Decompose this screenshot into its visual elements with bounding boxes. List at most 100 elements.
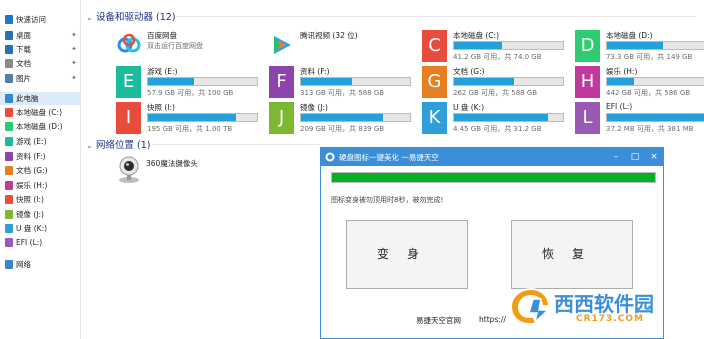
sidebar-item-label: 下载 <box>16 45 31 54</box>
chevron-down-icon[interactable]: ⌄ <box>86 13 96 22</box>
pictures-icon <box>5 74 13 83</box>
sidebar-item[interactable]: 游戏 (E:) <box>0 135 80 148</box>
watermark: 西西软件园 CR173.COM <box>508 284 698 332</box>
drive-letter-icon: E <box>116 66 141 98</box>
sidebar-item[interactable]: 此电脑 <box>0 92 80 105</box>
sidebar-item-label: 此电脑 <box>16 94 39 103</box>
item-name: 快照 (I:) <box>147 103 175 112</box>
quick-access-star-icon <box>5 15 13 24</box>
app-item[interactable]: 腾讯视频 (32 位) <box>269 30 419 66</box>
usage-fill <box>148 78 194 85</box>
usage-fill <box>607 78 635 85</box>
item-name: EFI (L:) <box>606 102 633 111</box>
sidebar-item-label: 本地磁盘 (D:) <box>16 122 63 131</box>
network-section-title[interactable]: ⌄ 网络位置 (1) <box>86 137 150 151</box>
watermark-text: 西西软件园 <box>554 292 654 316</box>
progress-fill <box>332 173 655 182</box>
drive-i-icon <box>5 195 13 204</box>
sidebar-item-label: U 盘 (K:) <box>16 224 48 233</box>
drive-item[interactable]: F 资料 (F:) 313 GB 可用，共 588 GB <box>269 66 419 102</box>
drive-h-icon <box>5 181 13 190</box>
drive-l-icon <box>5 238 13 247</box>
drive-letter-icon: H <box>575 66 600 98</box>
capacity-text: 73.3 GB 可用，共 149 GB <box>606 53 693 61</box>
drive-item[interactable]: D 本地磁盘 (D:) 73.3 GB 可用，共 149 GB <box>575 30 704 66</box>
usage-fill <box>607 42 663 49</box>
network-item-webcam[interactable]: 360魔法摄像头 <box>116 156 236 186</box>
sidebar-item[interactable]: 文档 (G:) <box>0 164 80 177</box>
sidebar-item-label: 镜像 (J:) <box>16 210 44 219</box>
devices-section-title[interactable]: ⌄ 设备和驱动器 (12) <box>86 9 176 23</box>
item-name: 腾讯视频 (32 位) <box>300 31 358 40</box>
usage-fill <box>301 114 383 121</box>
sidebar-item[interactable]: 桌面 ✦ <box>0 29 80 42</box>
item-name: 本地磁盘 (D:) <box>606 31 653 40</box>
close-button[interactable]: × <box>645 148 663 166</box>
documents-icon <box>5 59 13 68</box>
capacity-text: 41.2 GB 可用，共 74.0 GB <box>453 53 542 61</box>
usage-fill <box>454 114 548 121</box>
drive-item[interactable]: C 本地磁盘 (C:) 41.2 GB 可用，共 74.0 GB <box>422 30 572 66</box>
drive-letter-icon: I <box>116 102 141 134</box>
transform-button[interactable]: 变身 <box>346 220 468 289</box>
network-icon <box>5 260 13 269</box>
dialog-titlebar[interactable]: 硬盘图标一键美化 一易捷天空 – □ × <box>321 148 663 166</box>
sidebar-item-label: EFI (L:) <box>16 238 43 247</box>
maximize-button[interactable]: □ <box>626 148 644 166</box>
sidebar-item-label: 文档 (G:) <box>16 166 48 175</box>
item-name: 百度网盘 <box>147 31 177 40</box>
website-url[interactable]: https:// <box>479 315 506 324</box>
usage-fill <box>454 42 502 49</box>
sidebar-item-label: 快照 (I:) <box>16 195 44 204</box>
drive-item[interactable]: I 快照 (I:) 195 GB 可用，共 1.00 TB <box>116 102 266 138</box>
navigation-pane: 快速访问桌面 ✦ 下载 ✦ 文档 ✦ 图片 ✦ 此电脑本地磁盘 (C:) 本地磁盘 (D:) 游戏 … <box>0 0 81 339</box>
desktop-icon <box>5 31 13 40</box>
sidebar-item-label: 桌面 <box>16 31 31 40</box>
sidebar-item[interactable]: 快照 (I:) <box>0 193 80 206</box>
drive-e-icon <box>5 137 13 146</box>
sidebar-item[interactable]: 资料 (F:) <box>0 150 80 163</box>
usage-bar <box>147 113 258 122</box>
sidebar-item[interactable]: 镜像 (J:) <box>0 208 80 221</box>
watermark-url: CR173.COM <box>576 314 644 324</box>
xixi-logo-icon <box>509 287 551 325</box>
sidebar-item[interactable]: 下载 ✦ <box>0 43 80 56</box>
website-link[interactable]: 易捷天空官网 <box>416 315 461 326</box>
usage-bar <box>147 77 258 86</box>
usage-bar <box>606 77 704 86</box>
drive-item[interactable]: G 文档 (G:) 262 GB 可用，共 588 GB <box>422 66 572 102</box>
usage-fill <box>607 114 704 121</box>
tencent-video-icon <box>274 36 291 54</box>
sidebar-item-label: 网络 <box>16 260 31 269</box>
sidebar-item[interactable]: 本地磁盘 (D:) <box>0 120 80 133</box>
item-subtitle: 双击运行百度网盘 <box>147 42 203 50</box>
app-item[interactable]: 百度网盘双击运行百度网盘 <box>116 30 266 66</box>
drive-item[interactable]: J 镜像 (J:) 209 GB 可用，共 839 GB <box>269 102 419 138</box>
sidebar-item-label: 文档 <box>16 59 31 68</box>
minimize-button[interactable]: – <box>607 148 625 166</box>
restore-button[interactable]: 恢复 <box>511 220 633 289</box>
sidebar-item[interactable]: 图片 ✦ <box>0 72 80 85</box>
status-text: 图标变身被勿顶用时8秒，被勿完成! <box>331 196 444 204</box>
sidebar-item[interactable]: 文档 ✦ <box>0 57 80 70</box>
sidebar-item-label: 本地磁盘 (C:) <box>16 108 62 117</box>
drive-item[interactable]: E 游戏 (E:) 57.9 GB 可用，共 100 GB <box>116 66 266 102</box>
usage-fill <box>148 114 237 121</box>
sidebar-item[interactable]: 娱乐 (H:) <box>0 179 80 192</box>
drive-letter-icon: J <box>269 102 294 134</box>
sidebar-item-label: 娱乐 (H:) <box>16 181 48 190</box>
drive-letter-icon: C <box>422 30 447 62</box>
sidebar-item[interactable]: U 盘 (K:) <box>0 222 80 235</box>
capacity-text: 195 GB 可用，共 1.00 TB <box>147 125 233 133</box>
usage-bar <box>453 77 564 86</box>
sidebar-item[interactable]: 快速访问 <box>0 13 80 26</box>
drive-item[interactable]: K U 盘 (K:) 4.45 GB 可用，共 31.2 GB <box>422 102 572 138</box>
sidebar-item[interactable]: 网络 <box>0 258 80 271</box>
sidebar-item[interactable]: 本地磁盘 (C:) <box>0 106 80 119</box>
sidebar-item-label: 图片 <box>16 74 31 83</box>
chevron-down-icon[interactable]: ⌄ <box>86 141 96 150</box>
this-pc-icon <box>5 94 13 103</box>
drive-item[interactable]: L EFI (L:) 37.2 MB 可用，共 381 MB <box>575 102 704 138</box>
drive-item[interactable]: H 娱乐 (H:) 442 GB 可用，共 586 GB <box>575 66 704 102</box>
sidebar-item[interactable]: EFI (L:) <box>0 236 80 249</box>
